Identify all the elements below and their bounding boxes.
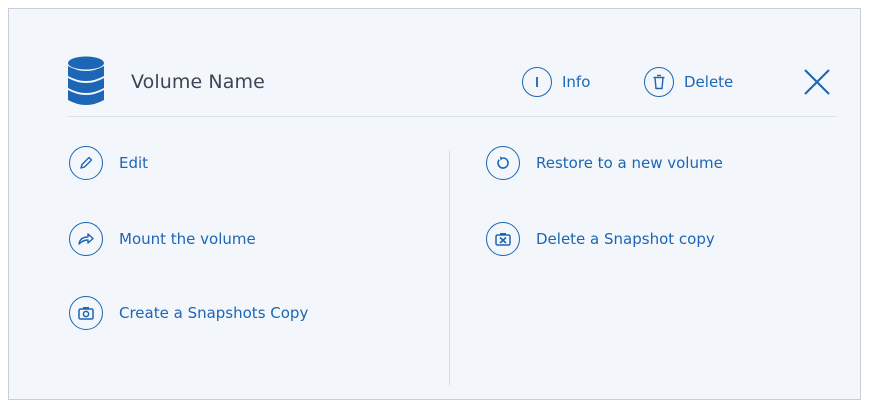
create-snapshot-action[interactable]: Create a Snapshots Copy bbox=[69, 296, 308, 330]
column-divider bbox=[449, 151, 450, 385]
mount-volume-action[interactable]: Mount the volume bbox=[69, 222, 256, 256]
pencil-icon bbox=[69, 146, 103, 180]
volume-actions-panel: Volume Name Info Delete Edit Mount the v… bbox=[8, 8, 861, 400]
create-snapshot-label: Create a Snapshots Copy bbox=[119, 304, 309, 322]
restore-volume-label: Restore to a new volume bbox=[536, 154, 723, 172]
info-icon bbox=[522, 67, 552, 97]
page-title: Volume Name bbox=[131, 71, 265, 93]
trash-icon bbox=[644, 67, 674, 97]
mount-volume-label: Mount the volume bbox=[119, 230, 256, 248]
restore-volume-action[interactable]: Restore to a new volume bbox=[486, 146, 723, 180]
panel-header: Volume Name Info Delete bbox=[67, 53, 837, 115]
restore-icon bbox=[486, 146, 520, 180]
delete-snapshot-label: Delete a Snapshot copy bbox=[536, 230, 715, 248]
delete-button[interactable]: Delete bbox=[644, 64, 733, 100]
header-divider bbox=[67, 116, 837, 117]
close-icon[interactable] bbox=[802, 67, 832, 97]
delete-label: Delete bbox=[684, 73, 734, 91]
delete-snapshot-action[interactable]: Delete a Snapshot copy bbox=[486, 222, 715, 256]
edit-label: Edit bbox=[119, 154, 149, 172]
info-label: Info bbox=[562, 73, 591, 91]
database-icon bbox=[68, 56, 104, 105]
edit-action[interactable]: Edit bbox=[69, 146, 148, 180]
info-button[interactable]: Info bbox=[522, 64, 590, 100]
share-arrow-icon bbox=[69, 222, 103, 256]
delete-snapshot-icon bbox=[486, 222, 520, 256]
camera-icon bbox=[69, 296, 103, 330]
